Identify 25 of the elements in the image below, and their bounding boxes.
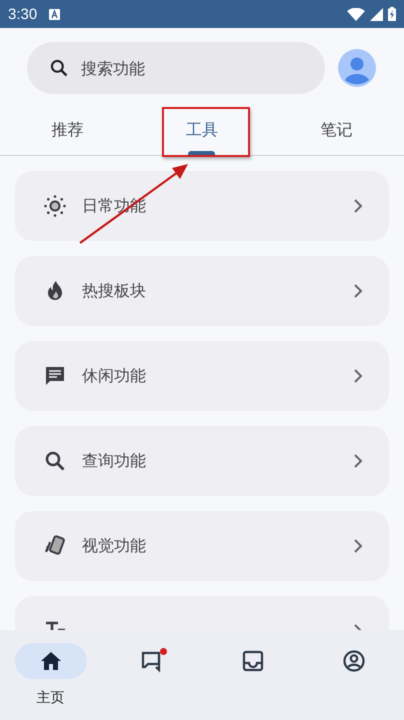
sun-icon (43, 194, 67, 218)
menu-item[interactable]: 休闲功能 (15, 341, 389, 411)
menu-item-label: 查询功能 (82, 450, 147, 472)
menu-item[interactable]: 视觉功能 (15, 511, 389, 581)
menu-item[interactable]: 热搜板块 (15, 256, 389, 326)
menu-item-label: 休闲功能 (82, 366, 147, 386)
search-icon (49, 58, 69, 78)
profile-icon (342, 649, 366, 673)
tab[interactable]: 推荐 (0, 110, 135, 155)
search-icon (43, 449, 67, 473)
chat-icon (43, 364, 67, 388)
battery-icon (388, 7, 396, 21)
tab[interactable]: 笔记 (269, 110, 404, 155)
tab[interactable]: 工具 (134, 110, 270, 155)
search-field[interactable]: 搜索功能 (27, 42, 325, 94)
signal-icon (370, 8, 383, 20)
menu-item[interactable]: 查询功能 (15, 426, 389, 496)
avatar-icon[interactable] (338, 49, 376, 87)
menu-item-label: 热搜板块 (82, 280, 147, 302)
menu-item-label: 视觉功能 (82, 536, 147, 556)
status-time: 3:30 (8, 6, 38, 22)
inbox-icon (240, 649, 264, 673)
notification-icon (49, 8, 60, 20)
home-icon (38, 649, 62, 673)
wifi-icon (347, 8, 365, 20)
